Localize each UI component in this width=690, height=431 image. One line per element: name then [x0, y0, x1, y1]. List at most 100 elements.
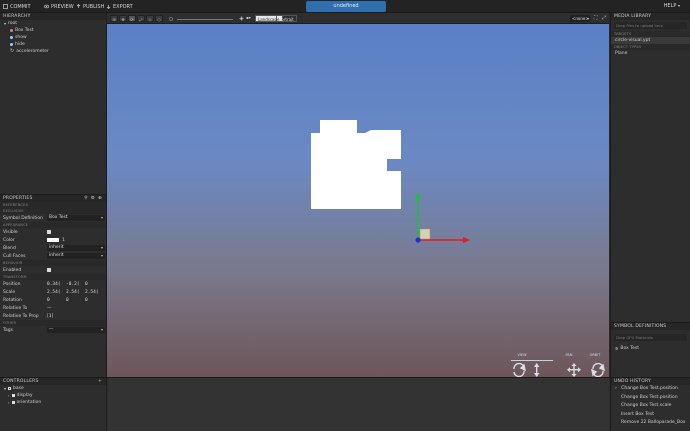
target-item[interactable]: circle-visual.ypt — [611, 37, 690, 44]
group-icon — [8, 387, 12, 390]
device-select[interactable]: <none> ▾ — [570, 15, 590, 22]
preview-button[interactable]: PREVIEW — [43, 3, 74, 10]
commit-label: COMMIT — [10, 3, 31, 10]
object-type-item[interactable]: Plane — [611, 50, 690, 57]
settings-icon[interactable]: ⚙ — [91, 195, 95, 202]
controller-item-orientation[interactable]: › orientation — [0, 399, 106, 406]
export-button[interactable]: EXPORT — [106, 3, 133, 10]
position-z-input[interactable]: 0 — [85, 282, 101, 287]
symbol-definition-select[interactable]: Box Test — [47, 215, 105, 221]
add-controller-icon[interactable]: + — [98, 378, 102, 385]
media-library-title: MEDIA LIBRARY — [614, 14, 652, 19]
camera-dropdown[interactable]: ▪▾ — [246, 15, 251, 20]
help-menu[interactable]: HELP ▾ — [664, 3, 680, 9]
rotation-z-input[interactable]: 0 — [85, 298, 101, 303]
symbol-icon: ✲ — [615, 346, 619, 351]
undo-item[interactable]: Remove 22 Balloparade_Box — [611, 419, 690, 428]
undo-item[interactable]: Change Box Test.scale — [611, 402, 690, 411]
prop-label: Blend — [3, 245, 16, 251]
vertical-move-icon[interactable] — [534, 363, 540, 377]
controller-item-base[interactable]: ▾ base — [0, 385, 106, 392]
scene-viewport[interactable]: VIEW PAN ORBIT — [107, 13, 609, 377]
nav-icons — [513, 363, 605, 377]
chevron-right-icon: › — [8, 393, 10, 398]
orbit-control: ORBIT — [585, 353, 605, 357]
prop-label: Relative To — [3, 305, 28, 311]
filter-icon[interactable]: ⚲ — [84, 195, 88, 202]
scale-x-input[interactable]: 2.54( — [47, 290, 63, 295]
help-label: HELP — [663, 3, 677, 9]
undo-item-label: Change Box Test.position — [621, 386, 678, 391]
undo-history-header: UNDO HISTORY — [611, 378, 690, 385]
xy-plane-handle — [419, 228, 431, 240]
prop-label: Symbol Definition — [3, 215, 43, 221]
z-axis-handle — [415, 237, 421, 243]
portrait-button[interactable]: Portrait — [276, 15, 297, 22]
visible-checkbox[interactable] — [47, 230, 51, 234]
pan-move-icon[interactable] — [567, 363, 581, 377]
media-drop-zone[interactable]: Drop files to upload here — [614, 22, 687, 29]
tags-row: Tags — — [0, 326, 106, 334]
tree-item-hide[interactable]: hide — [0, 41, 106, 48]
prop-label: Rotation — [3, 297, 22, 303]
color-swatch[interactable] — [47, 238, 59, 242]
move-tool-button[interactable]: ✥ — [119, 15, 127, 22]
tree-item-label: Box Test — [15, 28, 34, 33]
enabled-checkbox[interactable] — [47, 268, 51, 272]
prop-label: Scale — [3, 289, 16, 295]
controllers-panel: CONTROLLERS + ▾ base › display › orienta… — [0, 378, 107, 431]
rotation-x-input[interactable]: 0 — [47, 298, 63, 303]
undo-item[interactable]: Change Box Test.position — [611, 394, 690, 403]
pin-icon[interactable]: ⊕ — [98, 195, 102, 202]
tags-select[interactable]: — — [47, 327, 105, 333]
sun-icon[interactable] — [239, 16, 244, 21]
undo-history-panel: UNDO HISTORY › Change Box Test.position … — [610, 378, 690, 431]
undo-item[interactable]: Insert Box Test — [611, 411, 690, 420]
rotation-y-input[interactable]: 0 — [66, 298, 82, 303]
fullscreen-icon[interactable]: ⛶ — [594, 15, 598, 21]
opacity-value[interactable]: 1 — [62, 238, 65, 243]
symbol-search[interactable]: Drop GPU Materials — [614, 334, 687, 341]
tree-item-accelerometer[interactable]: ↻ accelerometer — [0, 48, 106, 55]
relative-to-prop-value[interactable]: [1] — [47, 314, 53, 319]
symbol-item-box-test[interactable]: ✲ Box Test — [611, 345, 690, 352]
rotate-tool-button[interactable]: ⟳ — [128, 15, 136, 22]
controller-label: display — [16, 393, 33, 398]
chevron-down-icon: ▾ — [4, 21, 7, 26]
select-tool-button[interactable]: ⊞ — [110, 15, 118, 22]
symbol-item-label: Box Test — [620, 346, 640, 351]
zoom-slider[interactable] — [177, 18, 233, 20]
scale-y-input[interactable]: 2.54( — [66, 290, 82, 295]
undo-item[interactable]: › Change Box Test.position — [611, 385, 690, 394]
symbol-definitions-panel: SYMBOL DEFINITIONS Drop GPU Materials ✲ … — [610, 322, 690, 377]
expand-icon[interactable]: ⤢ — [602, 15, 606, 21]
tree-item-show[interactable]: show — [0, 34, 106, 41]
relative-to-value[interactable]: — — [47, 306, 52, 311]
cull-faces-select[interactable]: inherit — [47, 253, 105, 259]
orbit-icon[interactable] — [591, 363, 605, 377]
controller-icon — [11, 401, 15, 404]
blend-select[interactable]: inherit — [47, 245, 105, 251]
tree-item-root[interactable]: ▾ root — [0, 20, 106, 27]
commit-button[interactable]: COMMIT — [3, 3, 31, 10]
scale-tool-button[interactable]: ⤢ — [137, 15, 145, 22]
zoom-out-icon[interactable] — [169, 17, 173, 21]
position-x-input[interactable]: 0.34( — [47, 282, 63, 287]
pan-label: PAN — [565, 353, 573, 357]
properties-header: PROPERTIES ⚲ ⚙ ⊕ — [0, 195, 106, 202]
hierarchy-title: HIERARCHY — [3, 14, 31, 19]
export-label: EXPORT — [113, 3, 133, 10]
controller-item-display[interactable]: › display — [0, 392, 106, 399]
publish-button[interactable]: PUBLISH — [76, 3, 104, 10]
chevron-down-icon: ▾ — [4, 386, 7, 391]
eye-icon — [43, 4, 50, 9]
position-y-input[interactable]: -0.2( — [66, 282, 82, 287]
world-space-button[interactable]: ○ — [155, 15, 163, 22]
local-space-button[interactable]: ◇ — [146, 15, 154, 22]
rotate-view-icon[interactable] — [513, 363, 526, 377]
scale-z-input[interactable]: 2.54( — [85, 290, 101, 295]
document-title-tab[interactable]: undefined — [306, 1, 386, 12]
symbol-definitions-title: SYMBOL DEFINITIONS — [614, 324, 667, 329]
timeline-area[interactable] — [108, 378, 609, 431]
tree-item-box-test[interactable]: Box Test — [0, 27, 106, 34]
